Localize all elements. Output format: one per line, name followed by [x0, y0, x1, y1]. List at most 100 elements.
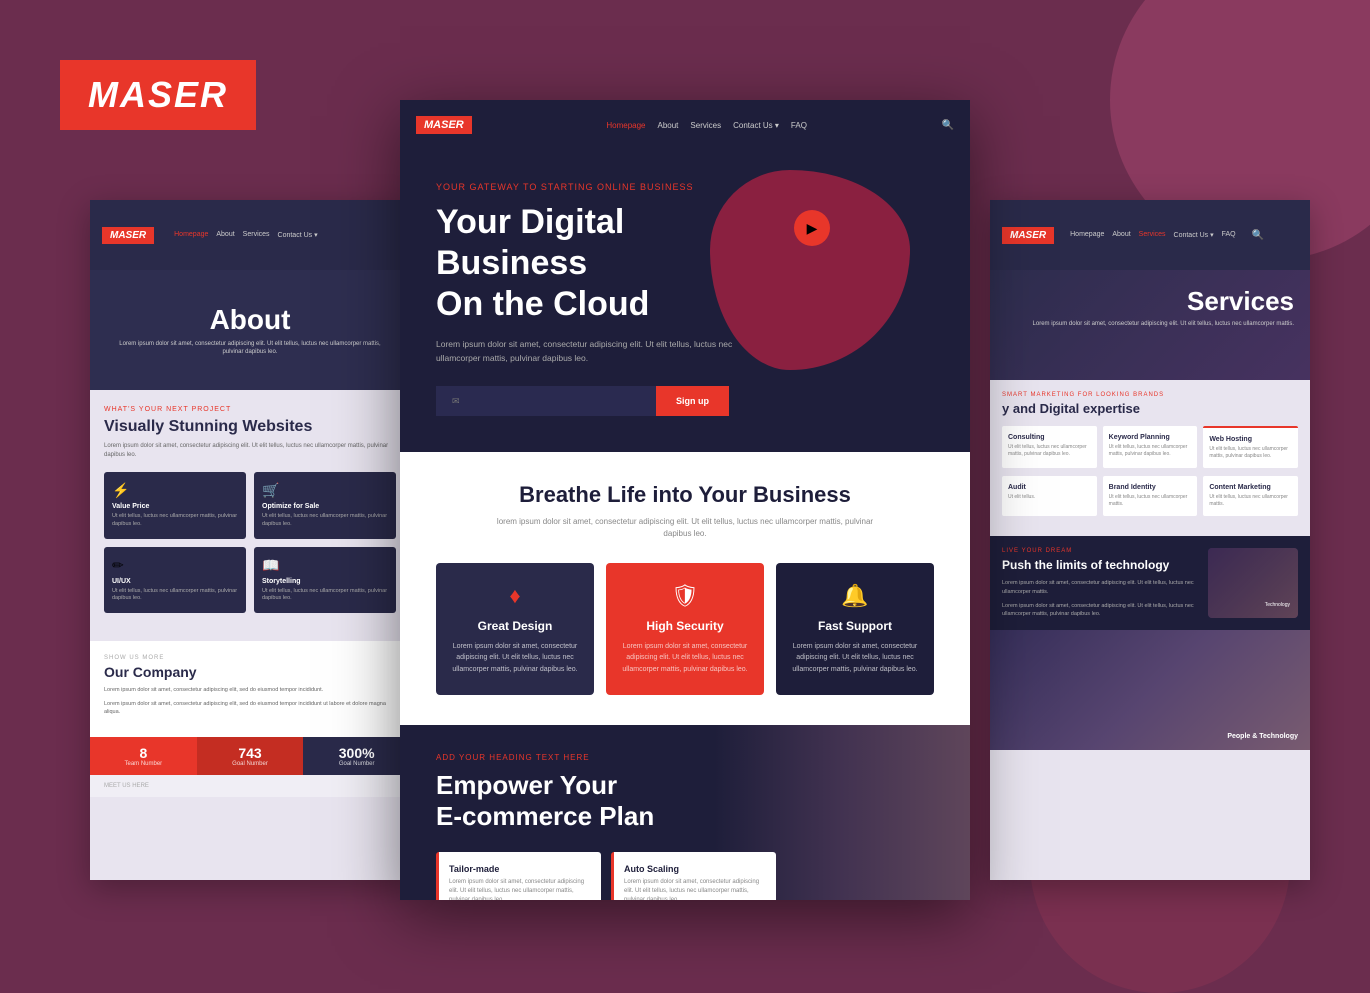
home-nav-contact[interactable]: Contact Us ▾: [733, 121, 779, 130]
meet-label: MEET US HERE: [104, 783, 396, 789]
services-hero-desc: Lorem ipsum dolor sit amet, consectetur …: [1033, 320, 1294, 328]
services-hero-title: Services: [1033, 286, 1294, 317]
stat-goal2-number: 300%: [309, 745, 404, 761]
card-security-desc: Lorem ipsum dolor sit amet, consectetur …: [620, 641, 750, 675]
about-section-desc: Lorem ipsum dolor sit amet, consectetur …: [104, 442, 396, 460]
empower-section: ADD YOUR HEADING TEXT HERE Empower YourE…: [400, 725, 970, 900]
services-nav-services[interactable]: Services: [1139, 231, 1166, 239]
home-nav-services[interactable]: Services: [690, 121, 721, 130]
services-nav-home[interactable]: Homepage: [1070, 231, 1104, 239]
empower-tailor-desc: Lorem ipsum dolor sit amet, consectetur …: [449, 878, 591, 900]
fast-support-icon: 🔔: [790, 583, 920, 609]
home-nav-faq[interactable]: FAQ: [791, 121, 807, 130]
push-limits-content: LIVE YOUR DREAM Push the limits of techn…: [1002, 548, 1198, 619]
services-nav-about[interactable]: About: [1112, 231, 1130, 239]
about-header: MASER Homepage About Services Contact Us…: [90, 200, 410, 270]
about-nav-about[interactable]: About: [216, 231, 234, 239]
storytelling-icon: 📖: [262, 557, 388, 574]
company-title: Our Company: [104, 664, 396, 680]
home-nav: Homepage About Services Contact Us ▾ FAQ: [492, 121, 922, 130]
about-nav: Homepage About Services Contact Us ▾: [174, 231, 317, 239]
home-nav-about[interactable]: About: [658, 121, 679, 130]
services-page: MASER Homepage About Services Contact Us…: [990, 200, 1310, 880]
our-company-section: SHOW US MORE Our Company Lorem ipsum dol…: [90, 641, 410, 737]
feature-desc-3: Ut elit tellus, luctus nec ullamcorper m…: [112, 588, 238, 603]
feature-desc-1: Ut elit tellus, luctus nec ullamcorper m…: [112, 513, 238, 528]
service-audit: Audit Ut elit tellus.: [1002, 476, 1097, 516]
stat-team-label: Team Number: [96, 761, 191, 767]
main-logo: MASER: [60, 60, 256, 130]
breathe-section: Breathe Life into Your Business lorem ip…: [400, 452, 970, 725]
services-nav-contact[interactable]: Contact Us ▾: [1174, 231, 1214, 239]
empower-auto-scaling: Auto Scaling Lorem ipsum dolor sit amet,…: [611, 852, 776, 900]
service-content-title: Content Marketing: [1209, 484, 1292, 491]
push-title: Push the limits of technology: [1002, 558, 1198, 574]
service-content-desc: Ut elit tellus, luctus nec ullamcorper m…: [1209, 494, 1292, 508]
company-desc: Lorem ipsum dolor sit amet, consectetur …: [104, 686, 396, 694]
service-consulting-desc: Ut elit tellus, luctus nec ullamcorper m…: [1008, 444, 1091, 458]
feature-title-3: UI/UX: [112, 578, 238, 585]
services-main-section: SMART MARKETING FOR LOOKING BRANDS y and…: [990, 380, 1310, 536]
about-hero-title: About: [90, 304, 410, 336]
optimize-icon: 🛒: [262, 482, 388, 499]
services-section-label: SMART MARKETING FOR LOOKING BRANDS: [1002, 392, 1298, 398]
service-brand: Brand Identity Ut elit tellus, luctus ne…: [1103, 476, 1198, 516]
push-desc: Lorem ipsum dolor sit amet, consectetur …: [1002, 579, 1198, 596]
push-image-caption: Technology: [1265, 602, 1290, 608]
services-hero-content: Services Lorem ipsum dolor sit amet, con…: [1033, 286, 1294, 328]
about-nav-services[interactable]: Services: [243, 231, 270, 239]
services-section-title: y and Digital expertise: [1002, 401, 1298, 418]
home-page: MASER Homepage About Services Contact Us…: [400, 100, 970, 900]
hero-signup-button[interactable]: Sign up: [656, 386, 729, 416]
service-audit-title: Audit: [1008, 484, 1091, 491]
service-hosting-title: Web Hosting: [1209, 436, 1292, 443]
home-search-icon[interactable]: 🔍: [942, 120, 954, 131]
company-label: SHOW US MORE: [104, 655, 396, 661]
home-nav-homepage[interactable]: Homepage: [606, 121, 645, 130]
service-consulting-title: Consulting: [1008, 434, 1091, 441]
card-high-security: 🛡 High Security Lorem ipsum dolor sit am…: [606, 563, 764, 695]
features-grid: ⚡ Value Price Ut elit tellus, luctus nec…: [104, 472, 396, 613]
services-search-icon[interactable]: 🔍: [1252, 230, 1264, 241]
card-fast-support: 🔔 Fast Support Lorem ipsum dolor sit ame…: [776, 563, 934, 695]
hero-label: YOUR GATEWAY TO STARTING ONLINE BUSINESS: [436, 182, 934, 192]
about-logo: MASER: [102, 227, 154, 244]
service-brand-desc: Ut elit tellus, luctus nec ullamcorper m…: [1109, 494, 1192, 508]
services-nav-faq[interactable]: FAQ: [1222, 231, 1236, 239]
hero-title: Your Digital BusinessOn the Cloud: [436, 202, 736, 324]
empower-tailor-title: Tailor-made: [449, 864, 591, 874]
about-nav-homepage[interactable]: Homepage: [174, 231, 208, 239]
feature-desc-4: Ut elit tellus, luctus nec ullamcorper m…: [262, 588, 388, 603]
services-cards-grid: Consulting Ut elit tellus, luctus nec ul…: [1002, 426, 1298, 468]
about-section-label: WHAT'S YOUR NEXT PROJECT: [104, 406, 396, 413]
feature-title-2: Optimize for Sale: [262, 503, 388, 510]
card-great-design: ♦ Great Design Lorem ipsum dolor sit ame…: [436, 563, 594, 695]
service-audit-desc: Ut elit tellus.: [1008, 494, 1091, 501]
service-hosting: Web Hosting Ut elit tellus, luctus nec u…: [1203, 426, 1298, 468]
empower-scaling-title: Auto Scaling: [624, 864, 766, 874]
push-desc2: Lorem ipsum dolor sit amet, consectetur …: [1002, 602, 1198, 619]
service-keyword-desc: Ut elit tellus, luctus nec ullamcorper m…: [1109, 444, 1192, 458]
stat-goal1-label: Goal Number: [203, 761, 298, 767]
meet-row: MEET US HERE: [90, 775, 410, 797]
about-nav-contact[interactable]: Contact Us ▾: [278, 231, 318, 239]
hero-circle: ▶: [794, 210, 830, 246]
services-cards-grid-2: Audit Ut elit tellus. Brand Identity Ut …: [1002, 476, 1298, 516]
push-label: LIVE YOUR DREAM: [1002, 548, 1198, 554]
services-header: MASER Homepage About Services Contact Us…: [990, 200, 1310, 270]
stat-goal1: 743 Goal Number: [197, 737, 304, 775]
hero-desc: Lorem ipsum dolor sit amet, consectetur …: [436, 338, 756, 365]
card-support-desc: Lorem ipsum dolor sit amet, consectetur …: [790, 641, 920, 675]
empower-scaling-desc: Lorem ipsum dolor sit amet, consectetur …: [624, 878, 766, 900]
feature-title-1: Value Price: [112, 503, 238, 510]
service-brand-title: Brand Identity: [1109, 484, 1192, 491]
services-nav: Homepage About Services Contact Us ▾ FAQ: [1070, 231, 1236, 239]
push-limits-section: LIVE YOUR DREAM Push the limits of techn…: [990, 536, 1310, 631]
main-logo-text: MASER: [88, 74, 228, 115]
feature-desc-2: Ut elit tellus, luctus nec ullamcorper m…: [262, 513, 388, 528]
service-consulting: Consulting Ut elit tellus, luctus nec ul…: [1002, 426, 1097, 468]
stats-bar: 8 Team Number 743 Goal Number 300% Goal …: [90, 737, 410, 775]
feature-optimize: 🛒 Optimize for Sale Ut elit tellus, luct…: [254, 472, 396, 538]
empower-label: ADD YOUR HEADING TEXT HERE: [436, 753, 934, 762]
hero-email-input[interactable]: [436, 386, 656, 416]
